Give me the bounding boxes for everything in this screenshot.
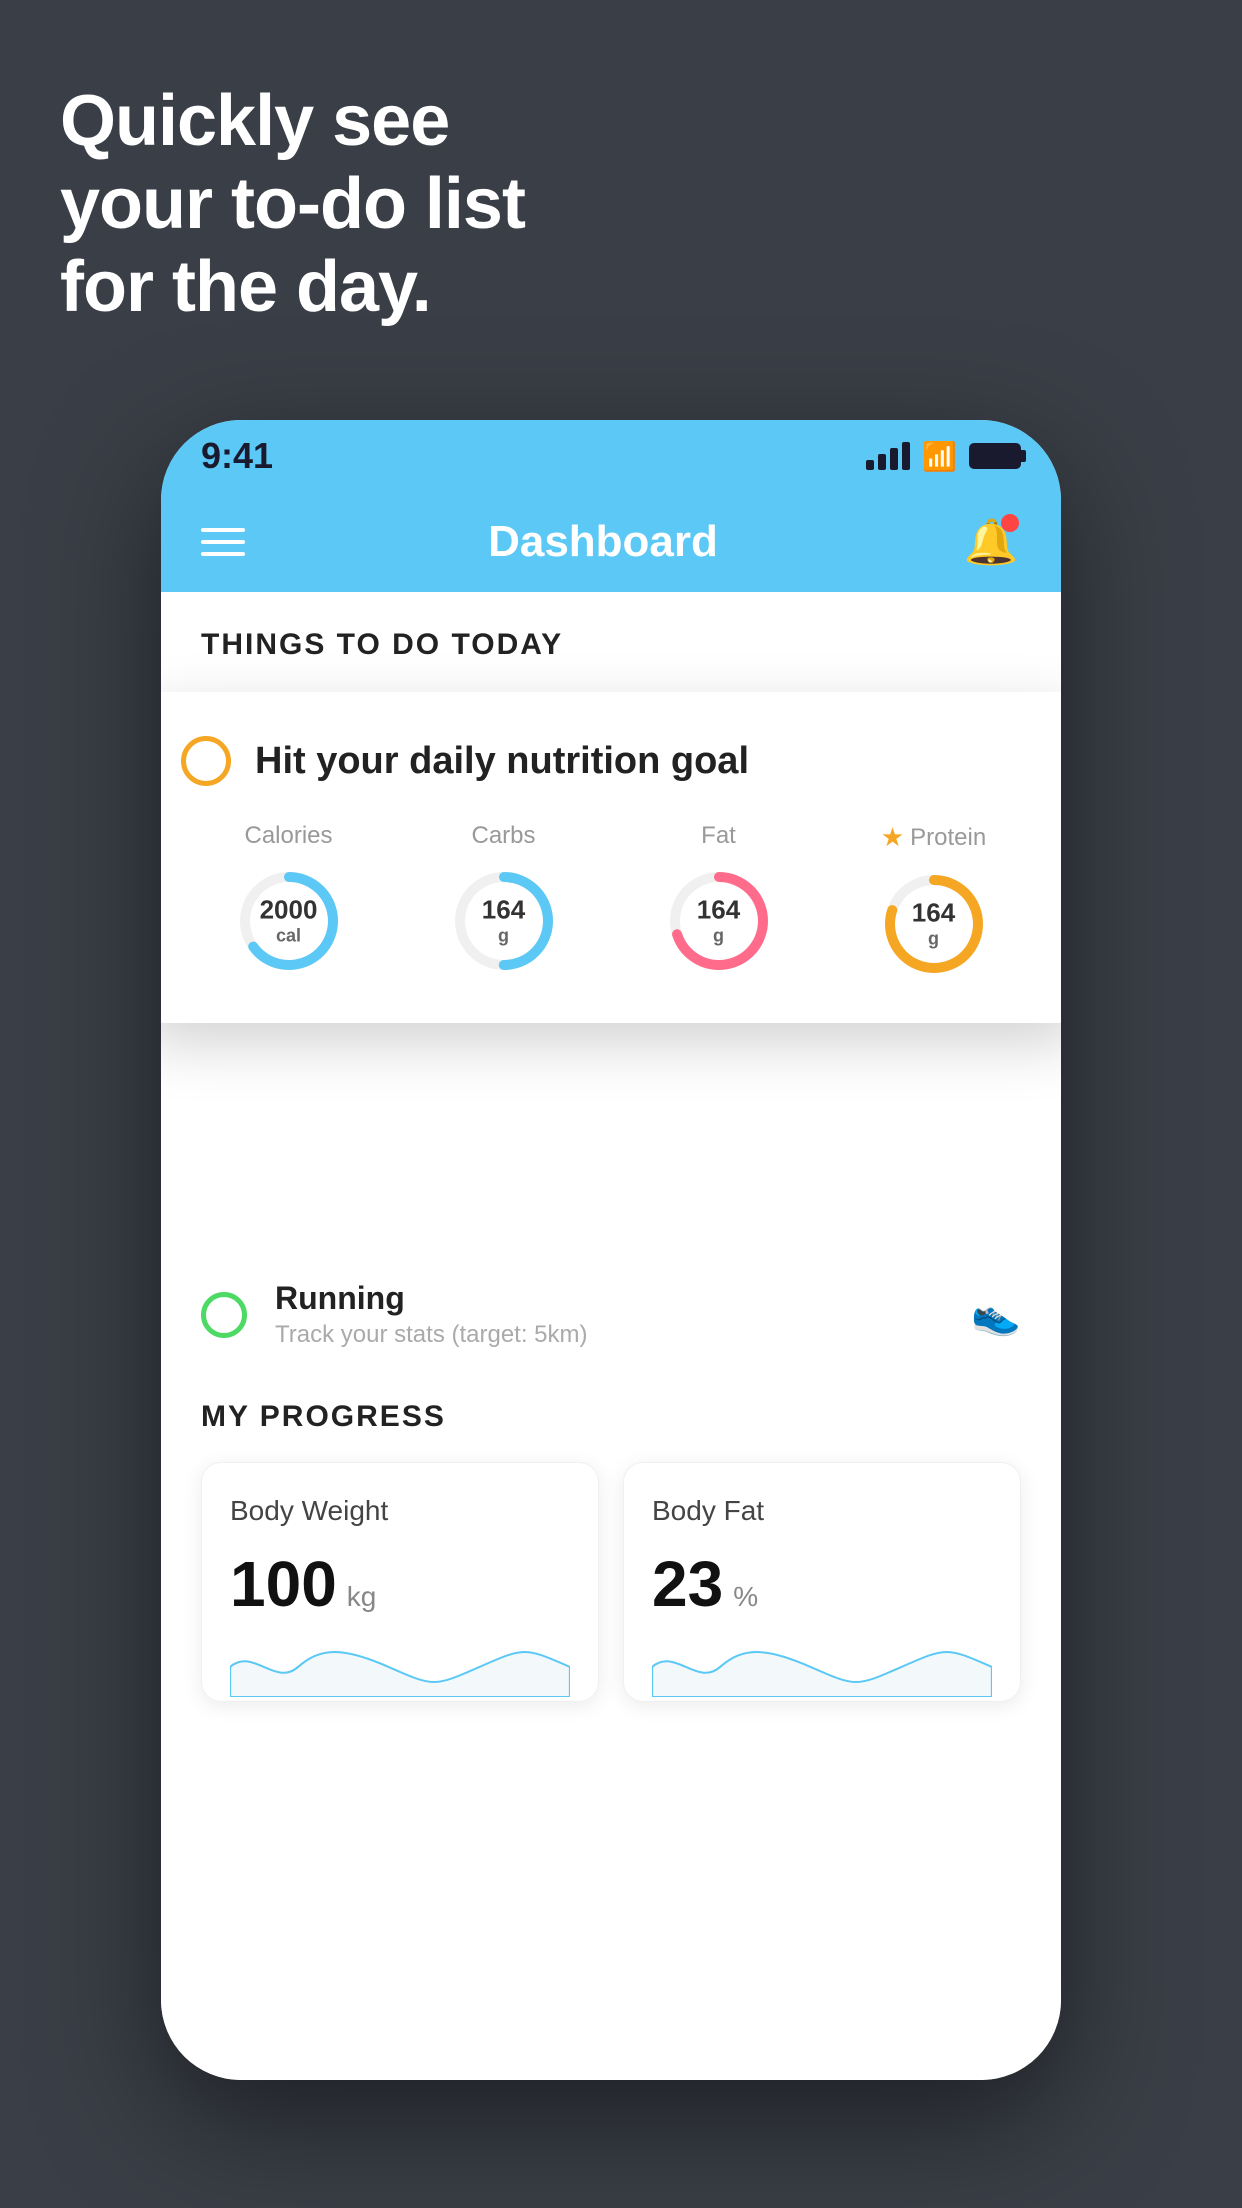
- nutrition-item-carbs: Carbs 164 g: [449, 822, 559, 976]
- progress-num: 23: [652, 1547, 723, 1621]
- nutrition-item-fat: Fat 164 g: [664, 822, 774, 976]
- ring-text: 2000 cal: [260, 895, 318, 948]
- status-icons: 📶: [866, 440, 1021, 473]
- todo-circle: [201, 1292, 247, 1338]
- progress-unit: %: [733, 1581, 758, 1613]
- progress-card-body-fat[interactable]: Body Fat 23 %: [623, 1462, 1021, 1702]
- todo-sub-label: Track your stats (target: 5km): [275, 1321, 943, 1349]
- section-header-today: THINGS TO DO TODAY: [161, 592, 1061, 678]
- nutrition-card: Hit your daily nutrition goal Calories 2…: [161, 692, 1061, 1023]
- nutrition-label: Fat: [701, 822, 736, 850]
- nutrition-item-protein: ★ Protein 164 g: [879, 822, 989, 979]
- status-bar: 9:41 📶: [161, 420, 1061, 492]
- battery-icon: [969, 443, 1021, 469]
- phone-wrapper: 9:41 📶 Dashboard 🔔: [161, 420, 1081, 2120]
- wifi-icon: 📶: [922, 440, 957, 473]
- wave-svg: [652, 1637, 992, 1697]
- progress-heading: MY PROGRESS: [201, 1400, 1021, 1434]
- progress-value: 100 kg: [230, 1547, 570, 1621]
- nutrition-label: Calories: [244, 822, 332, 850]
- ring-text: 164 g: [482, 895, 525, 948]
- ring-container: 2000 cal: [234, 866, 344, 976]
- progress-card-title: Body Fat: [652, 1495, 992, 1527]
- card-header: Hit your daily nutrition goal: [181, 736, 1041, 786]
- notification-button[interactable]: 🔔: [961, 512, 1021, 572]
- nutrition-label: Carbs: [471, 822, 535, 850]
- progress-card-title: Body Weight: [230, 1495, 570, 1527]
- progress-section: MY PROGRESS Body Weight 100 kg Body Fat …: [161, 1352, 1061, 1742]
- notification-dot: [1001, 514, 1019, 532]
- wave-container: [652, 1637, 992, 1697]
- nutrition-label: ★ Protein: [881, 822, 986, 853]
- hero-text: Quickly see your to-do list for the day.: [60, 80, 525, 328]
- hamburger-menu[interactable]: [201, 528, 245, 556]
- todo-texts: Running Track your stats (target: 5km): [275, 1280, 943, 1349]
- phone-frame: 9:41 📶 Dashboard 🔔: [161, 420, 1061, 2080]
- wave-svg: [230, 1637, 570, 1697]
- progress-card-body-weight[interactable]: Body Weight 100 kg: [201, 1462, 599, 1702]
- nav-title: Dashboard: [488, 517, 718, 567]
- signal-icon: [866, 442, 910, 470]
- ring-container: 164 g: [879, 869, 989, 979]
- nutrition-radio[interactable]: [181, 736, 231, 786]
- ring-text: 164 g: [697, 895, 740, 948]
- nutrition-item-calories: Calories 2000 cal: [234, 822, 344, 976]
- progress-unit: kg: [347, 1581, 377, 1613]
- ring-container: 164 g: [664, 866, 774, 976]
- progress-cards: Body Weight 100 kg Body Fat 23 %: [201, 1462, 1021, 1702]
- nav-bar: Dashboard 🔔: [161, 492, 1061, 592]
- nutrition-row: Calories 2000 cal Carbs 164 g: [181, 822, 1041, 979]
- progress-value: 23 %: [652, 1547, 992, 1621]
- status-time: 9:41: [201, 435, 273, 477]
- todo-action-icon: 👟: [971, 1291, 1021, 1338]
- ring-text: 164 g: [912, 898, 955, 951]
- todo-main-label: Running: [275, 1280, 943, 1317]
- wave-container: [230, 1637, 570, 1697]
- ring-container: 164 g: [449, 866, 559, 976]
- nutrition-card-title: Hit your daily nutrition goal: [255, 740, 749, 783]
- progress-num: 100: [230, 1547, 337, 1621]
- main-content: THINGS TO DO TODAY Hit your daily nutrit…: [161, 592, 1061, 2080]
- star-icon: ★: [881, 822, 904, 853]
